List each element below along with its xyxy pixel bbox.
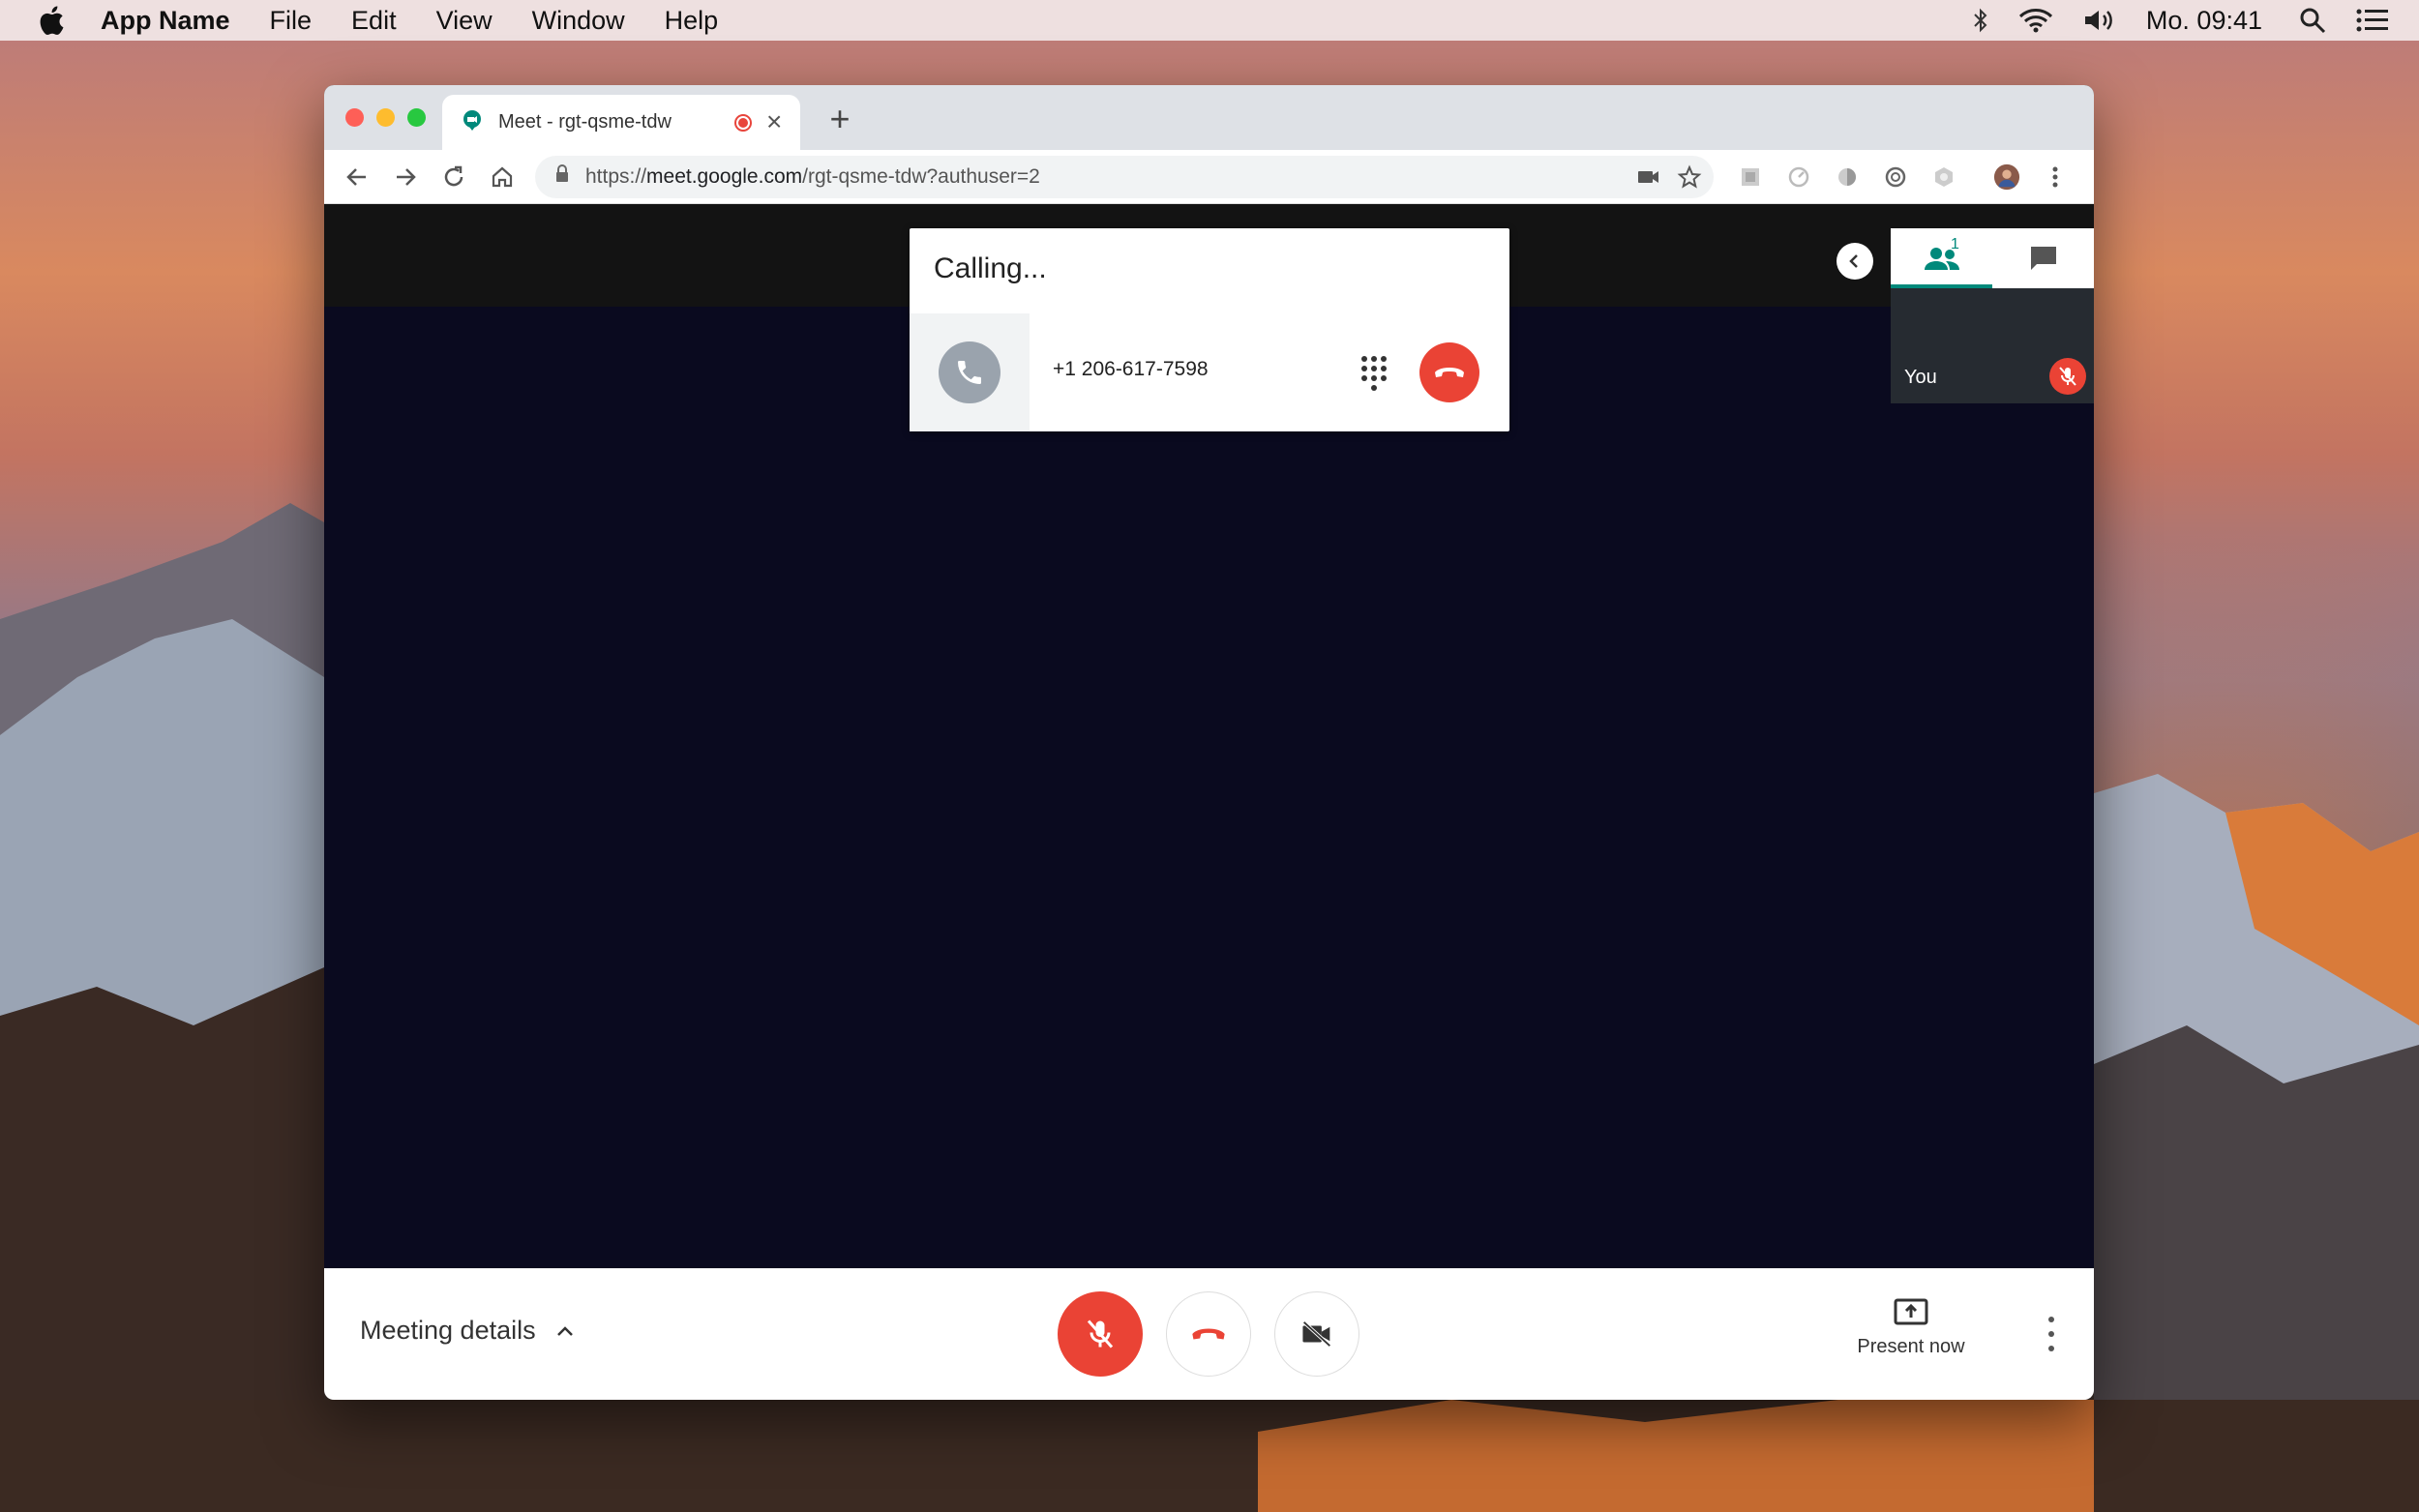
mic-off-icon: [2059, 367, 2076, 386]
menu-window[interactable]: Window: [532, 6, 625, 36]
browser-window: Meet - rgt-qsme-tdw × + https://meet.goo…: [324, 85, 2094, 1400]
end-call-icon: [1435, 368, 1464, 377]
back-button[interactable]: [340, 160, 374, 194]
window-controls: [345, 108, 426, 127]
status-menus: Mo. 09:41: [1972, 0, 2419, 41]
calling-dialog: Calling... +1 206-617-7598: [910, 228, 1509, 431]
notification-center-icon[interactable]: [2355, 8, 2390, 33]
leave-call-button[interactable]: [1166, 1291, 1251, 1377]
calling-title: Calling...: [934, 252, 1047, 284]
close-window-button[interactable]: [345, 108, 364, 127]
minimize-window-button[interactable]: [376, 108, 395, 127]
url-prefix: https://: [585, 165, 647, 188]
apple-icon[interactable]: [37, 4, 66, 37]
menu-clock[interactable]: Mo. 09:41: [2146, 6, 2262, 36]
lock-icon: [554, 164, 570, 190]
extension-3-icon[interactable]: [1834, 163, 1861, 191]
meet-favicon-icon: [462, 109, 483, 136]
profile-avatar[interactable]: [1993, 163, 2020, 191]
present-now-button[interactable]: Present now: [1824, 1297, 1998, 1358]
extension-5-icon[interactable]: [1930, 163, 1957, 191]
menu-app-name[interactable]: App Name: [101, 6, 230, 36]
present-screen-icon: [1894, 1298, 1928, 1325]
new-tab-button[interactable]: +: [821, 99, 859, 139]
camera-in-use-icon[interactable]: [1636, 165, 1661, 194]
self-muted-indicator: [2049, 358, 2086, 395]
extension-1-icon[interactable]: [1737, 163, 1764, 191]
home-button[interactable]: [485, 160, 520, 194]
participant-count: 1: [1951, 236, 1959, 252]
meeting-details-button[interactable]: Meeting details: [360, 1316, 575, 1346]
tab-chat[interactable]: [1992, 228, 2094, 288]
address-bar[interactable]: https://meet.google.com/rgt-qsme-tdw?aut…: [535, 156, 1714, 198]
reload-button[interactable]: [436, 160, 471, 194]
collapse-panel-button[interactable]: [1837, 243, 1873, 280]
forward-button[interactable]: [388, 160, 423, 194]
home-icon: [492, 166, 513, 188]
phone-avatar: [910, 313, 1030, 431]
bluetooth-icon[interactable]: [1972, 8, 1989, 33]
menu-edit[interactable]: Edit: [351, 6, 397, 36]
menu-view[interactable]: View: [436, 6, 493, 36]
wifi-icon[interactable]: [2018, 8, 2053, 33]
mic-off-icon: [1087, 1319, 1114, 1349]
menu-help[interactable]: Help: [665, 6, 719, 36]
browser-tab-meet[interactable]: Meet - rgt-qsme-tdw ×: [442, 95, 800, 150]
toggle-microphone-button[interactable]: [1058, 1291, 1143, 1377]
spotlight-search-icon[interactable]: [2299, 7, 2326, 34]
more-options-icon[interactable]: [2042, 1317, 2061, 1351]
end-call-icon: [1192, 1328, 1225, 1340]
volume-icon[interactable]: [2082, 8, 2117, 33]
browser-menu-icon[interactable]: [2042, 163, 2069, 191]
extension-2-icon[interactable]: [1785, 163, 1812, 191]
camera-off-icon: [1302, 1320, 1331, 1348]
dialpad-icon[interactable]: [1357, 354, 1391, 393]
chat-icon: [2030, 247, 2056, 270]
close-tab-icon[interactable]: ×: [766, 106, 782, 137]
tab-title: Meet - rgt-qsme-tdw: [498, 111, 672, 133]
side-panel: 1 You: [1891, 228, 2094, 403]
forward-arrow-icon: [397, 168, 416, 186]
meeting-stage: Calling... +1 206-617-7598 1 You: [324, 204, 2094, 1268]
chevron-up-icon: [556, 1325, 573, 1336]
back-arrow-icon: [346, 168, 366, 186]
reload-icon: [444, 165, 463, 187]
calling-row: +1 206-617-7598: [910, 313, 1509, 431]
zoom-window-button[interactable]: [407, 108, 426, 127]
menu-file[interactable]: File: [270, 6, 313, 36]
toggle-camera-button[interactable]: [1274, 1291, 1359, 1377]
chevron-left-icon: [1849, 254, 1858, 268]
side-panel-tabs: 1: [1891, 228, 2094, 288]
recording-indicator-icon: [734, 114, 752, 132]
meeting-details-label: Meeting details: [360, 1316, 536, 1345]
url-host: meet.google.com: [646, 165, 803, 188]
tab-participants[interactable]: 1: [1891, 228, 1992, 288]
extension-4-icon[interactable]: [1882, 163, 1909, 191]
tab-strip: Meet - rgt-qsme-tdw × +: [324, 85, 2094, 150]
bookmark-star-icon[interactable]: [1677, 164, 1702, 195]
phone-icon: [958, 361, 981, 384]
dialed-number: +1 206-617-7598: [1053, 358, 1209, 380]
menu-bar: App Name File Edit View Window Help Mo. …: [0, 0, 2419, 41]
hang-up-call-button[interactable]: [1419, 342, 1479, 402]
browser-toolbar: https://meet.google.com/rgt-qsme-tdw?aut…: [324, 150, 2094, 204]
meeting-control-bar: Meeting details Present now: [324, 1268, 2094, 1400]
self-tile-label: You: [1904, 367, 1937, 388]
url-path: /rgt-qsme-tdw?authuser=2: [802, 165, 1040, 188]
present-now-label: Present now: [1857, 1336, 1965, 1357]
